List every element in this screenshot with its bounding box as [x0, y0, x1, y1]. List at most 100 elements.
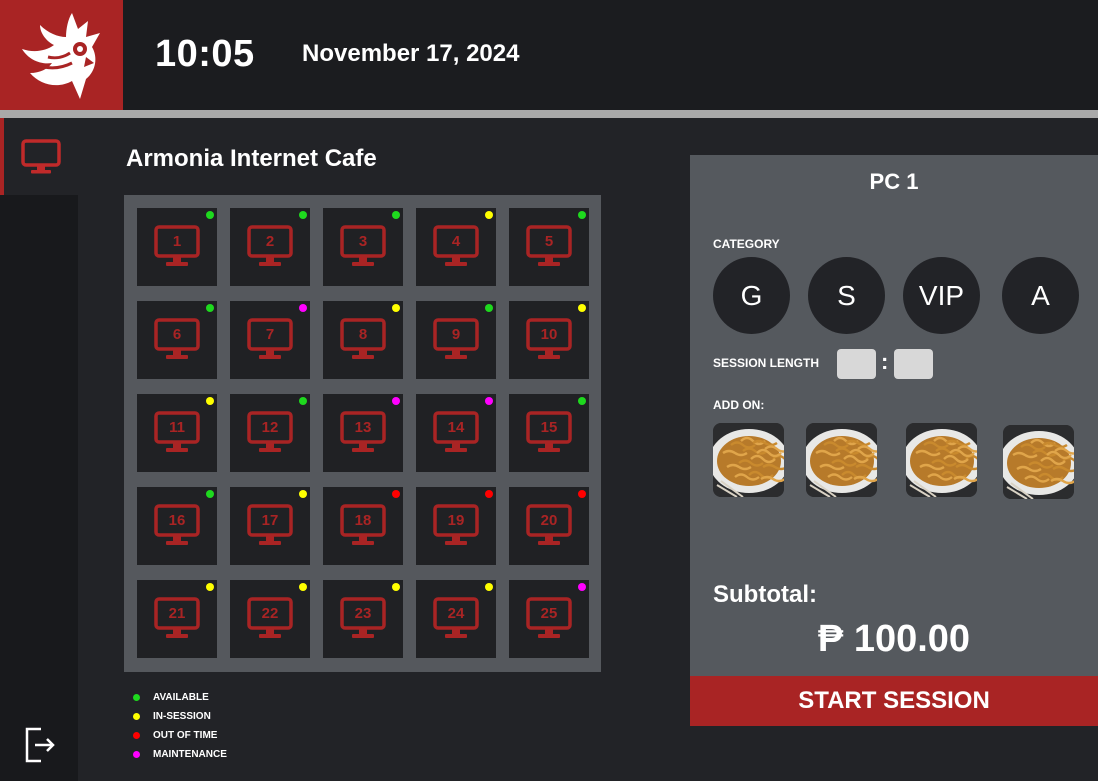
legend-label-out-of-time: OUT OF TIME	[153, 730, 218, 741]
legend-dot-out-of-time	[133, 732, 140, 739]
logout-icon[interactable]	[21, 725, 57, 765]
pc-number: 6	[172, 326, 182, 343]
monitor-icon: 18	[340, 504, 386, 548]
category-button-a[interactable]: A	[1002, 257, 1079, 334]
pc-tile-1[interactable]: 1	[137, 208, 217, 286]
session-hours-input[interactable]	[837, 349, 876, 379]
legend-dot-available	[133, 694, 140, 701]
monitor-icon: 10	[526, 318, 572, 362]
status-dot	[299, 211, 307, 219]
monitor-icon: 5	[526, 225, 572, 269]
subtotal-value: ₱ 100.00	[817, 618, 971, 660]
monitor-icon: 15	[526, 411, 572, 455]
addon-item-noodles-4[interactable]	[1003, 425, 1074, 499]
pc-tile-13[interactable]: 13	[323, 394, 403, 472]
pc-tile-10[interactable]: 10	[509, 301, 589, 379]
pc-number: 11	[169, 419, 185, 436]
status-dot	[485, 397, 493, 405]
status-dot	[578, 304, 586, 312]
monitor-icon: 13	[340, 411, 386, 455]
pc-tile-14[interactable]: 14	[416, 394, 496, 472]
pc-number: 25	[540, 605, 558, 622]
status-dot	[206, 397, 214, 405]
pc-number: 24	[447, 605, 465, 622]
status-dot	[206, 490, 214, 498]
status-dot	[485, 304, 493, 312]
pc-number: 9	[451, 326, 461, 343]
status-dot	[392, 304, 400, 312]
monitor-icon: 1	[154, 225, 200, 269]
pc-tile-11[interactable]: 11	[137, 394, 217, 472]
addon-item-noodles-1[interactable]	[713, 423, 784, 497]
status-dot	[578, 397, 586, 405]
category-button-vip[interactable]: VIP	[903, 257, 980, 334]
pc-tile-16[interactable]: 16	[137, 487, 217, 565]
legend-label-available: AVAILABLE	[153, 692, 209, 703]
pc-tile-19[interactable]: 19	[416, 487, 496, 565]
pc-tile-3[interactable]: 3	[323, 208, 403, 286]
pc-tile-2[interactable]: 2	[230, 208, 310, 286]
legend-maintenance: MAINTENANCE	[133, 745, 227, 764]
session-panel: PC 1 CATEGORY G S VIP A SESSION LENGTH :…	[690, 155, 1098, 726]
session-minutes-input[interactable]	[894, 349, 933, 379]
pc-tile-8[interactable]: 8	[323, 301, 403, 379]
addon-item-noodles-3[interactable]	[906, 423, 977, 497]
pc-tile-6[interactable]: 6	[137, 301, 217, 379]
pc-tile-24[interactable]: 24	[416, 580, 496, 658]
pc-tile-23[interactable]: 23	[323, 580, 403, 658]
time-separator: :	[881, 349, 889, 374]
pc-tile-15[interactable]: 15	[509, 394, 589, 472]
status-dot	[206, 211, 214, 219]
legend-label-maintenance: MAINTENANCE	[153, 749, 227, 760]
monitor-icon: 2	[247, 225, 293, 269]
pc-number: 21	[168, 605, 186, 622]
pc-number: 3	[358, 233, 368, 250]
pc-number: 14	[447, 419, 465, 436]
subtotal-label: Subtotal:	[713, 581, 817, 608]
sidebar-item-pcs[interactable]	[0, 118, 78, 195]
pc-grid: 1 2 3 4 5 6 7 8 9 10 11 12 13 14 15 16 17 18 19 20 21 22 23 24 2…	[124, 195, 601, 672]
monitor-icon: 22	[247, 597, 293, 641]
pc-tile-18[interactable]: 18	[323, 487, 403, 565]
status-dot	[206, 304, 214, 312]
pc-tile-4[interactable]: 4	[416, 208, 496, 286]
category-button-g[interactable]: G	[713, 257, 790, 334]
selected-pc-title: PC 1	[869, 169, 919, 194]
monitor-icon: 21	[154, 597, 200, 641]
sidebar	[0, 118, 78, 781]
pc-tile-25[interactable]: 25	[509, 580, 589, 658]
status-dot	[578, 490, 586, 498]
pc-number: 5	[544, 233, 554, 250]
pc-tile-9[interactable]: 9	[416, 301, 496, 379]
monitor-icon: 25	[526, 597, 572, 641]
session-length-label: SESSION LENGTH	[713, 356, 820, 370]
legend-out-of-time: OUT OF TIME	[133, 726, 227, 745]
monitor-icon: 4	[433, 225, 479, 269]
monitor-icon: 9	[433, 318, 479, 362]
pc-tile-7[interactable]: 7	[230, 301, 310, 379]
pc-number: 22	[261, 605, 279, 622]
pc-number: 1	[172, 233, 182, 250]
pc-tile-5[interactable]: 5	[509, 208, 589, 286]
start-session-button[interactable]: START SESSION	[690, 676, 1098, 726]
monitor-icon	[21, 138, 61, 173]
monitor-icon: 11	[154, 411, 200, 455]
pc-tile-21[interactable]: 21	[137, 580, 217, 658]
pc-tile-22[interactable]: 22	[230, 580, 310, 658]
addon-item-noodles-2[interactable]	[806, 423, 877, 497]
pc-number: 16	[168, 512, 186, 529]
pc-tile-12[interactable]: 12	[230, 394, 310, 472]
pc-number: 17	[261, 512, 279, 529]
legend-in-session: IN-SESSION	[133, 707, 227, 726]
monitor-icon: 17	[247, 504, 293, 548]
pc-tile-20[interactable]: 20	[509, 487, 589, 565]
addon-label: ADD ON:	[713, 398, 765, 412]
status-dot	[578, 583, 586, 591]
category-button-s[interactable]: S	[808, 257, 885, 334]
monitor-icon: 6	[154, 318, 200, 362]
status-dot	[299, 583, 307, 591]
pc-number: 8	[358, 326, 368, 343]
status-dot	[392, 583, 400, 591]
pc-tile-17[interactable]: 17	[230, 487, 310, 565]
status-dot	[299, 490, 307, 498]
